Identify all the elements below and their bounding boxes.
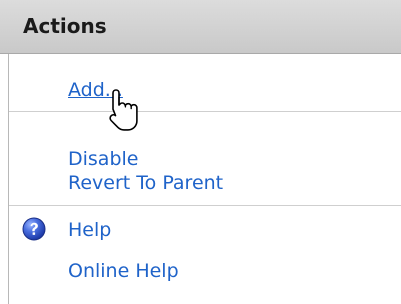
actions-title: Actions [23,14,107,38]
help-link[interactable]: Help [68,218,111,242]
separator-2 [9,205,401,206]
revert-to-parent-link[interactable]: Revert To Parent [68,171,223,195]
disable-link[interactable]: Disable [68,147,138,171]
hand-pointer-icon [109,89,138,131]
separator-1 [9,111,401,112]
actions-panel: Actions Add... Disable Revert To Parent … [0,0,401,304]
help-icon [22,217,46,241]
panel-left-border [8,54,9,304]
actions-header: Actions [0,0,401,54]
online-help-link[interactable]: Online Help [68,259,179,283]
